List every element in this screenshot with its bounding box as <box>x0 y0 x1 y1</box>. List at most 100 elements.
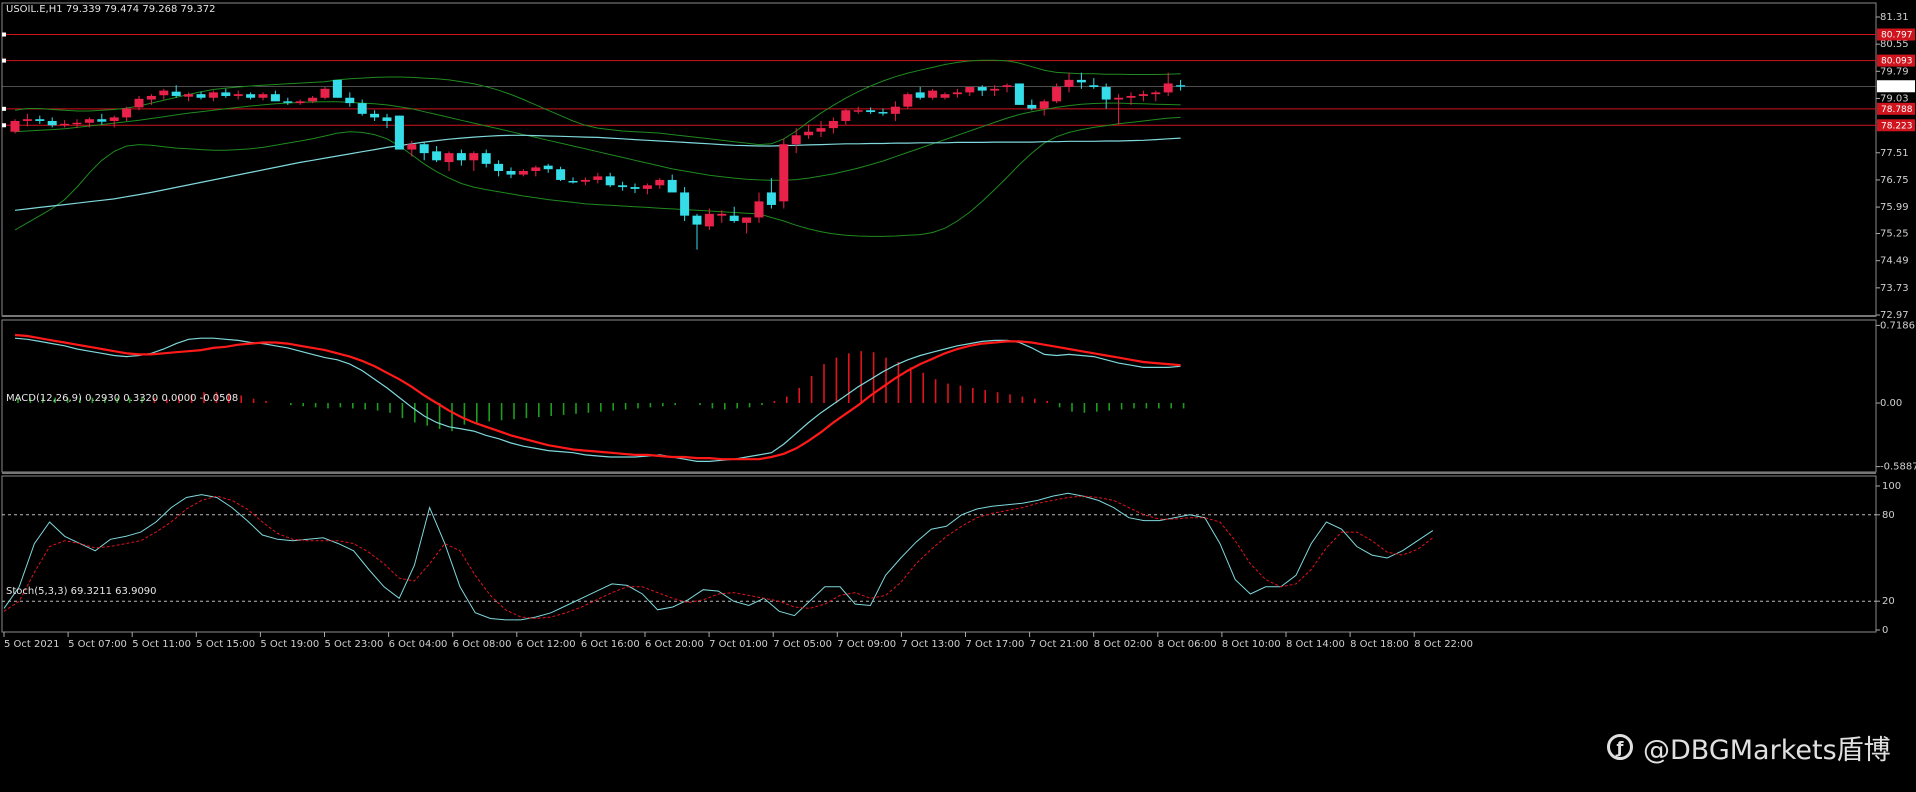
bearish-candle[interactable] <box>1101 83 1111 109</box>
bearish-candle[interactable] <box>618 181 628 191</box>
bullish-candle[interactable] <box>903 92 913 109</box>
bearish-candle[interactable] <box>605 172 615 188</box>
bearish-candle[interactable] <box>729 206 739 223</box>
bearish-candle[interactable] <box>221 88 231 98</box>
bullish-candle[interactable] <box>804 124 814 139</box>
candle-body <box>766 192 776 205</box>
bearish-candle[interactable] <box>47 117 57 128</box>
bullish-candle[interactable] <box>791 128 801 154</box>
candle-body <box>1064 79 1074 88</box>
bullish-candle[interactable] <box>841 108 851 125</box>
bullish-candle[interactable] <box>704 208 714 230</box>
bearish-candle[interactable] <box>456 149 466 166</box>
bearish-candle[interactable] <box>394 115 404 150</box>
bearish-candle[interactable] <box>630 183 640 194</box>
bullish-candle[interactable] <box>134 95 144 111</box>
bullish-candle[interactable] <box>146 94 156 105</box>
bullish-candle[interactable] <box>208 90 218 102</box>
bullish-candle[interactable] <box>655 178 665 189</box>
bearish-candle[interactable] <box>915 87 925 100</box>
stochastic-panel[interactable] <box>2 492 1876 621</box>
bullish-candle[interactable] <box>518 169 528 177</box>
bullish-candle[interactable] <box>444 151 454 172</box>
bearish-candle[interactable] <box>35 115 45 124</box>
bullish-candle[interactable] <box>1064 72 1074 93</box>
bearish-candle[interactable] <box>332 79 342 98</box>
bullish-candle[interactable] <box>940 92 950 100</box>
bullish-candle[interactable] <box>258 92 268 101</box>
bullish-candle[interactable] <box>159 88 169 100</box>
bearish-candle[interactable] <box>370 110 380 121</box>
bearish-candle[interactable] <box>506 167 516 179</box>
price-tick-label: 77.51 <box>1880 148 1909 159</box>
bullish-candle[interactable] <box>1138 90 1148 102</box>
bullish-candle[interactable] <box>928 88 938 100</box>
bullish-candle[interactable] <box>642 183 652 195</box>
time-tick-label: 8 Oct 18:00 <box>1350 639 1409 650</box>
bullish-candle[interactable] <box>1163 72 1173 96</box>
price-panel[interactable] <box>2 32 1876 250</box>
bullish-candle[interactable] <box>320 87 330 100</box>
bearish-candle[interactable] <box>97 113 107 125</box>
bullish-candle[interactable] <box>828 117 838 134</box>
bearish-candle[interactable] <box>246 92 256 100</box>
bullish-candle[interactable] <box>233 90 243 100</box>
bullish-candle[interactable] <box>60 120 70 128</box>
bearish-candle[interactable] <box>345 92 355 107</box>
bearish-candle[interactable] <box>692 213 702 250</box>
bullish-candle[interactable] <box>469 151 479 172</box>
candle-body <box>357 103 367 114</box>
bearish-candle[interactable] <box>977 85 987 96</box>
bearish-candle[interactable] <box>171 85 181 98</box>
bullish-candle[interactable] <box>816 120 826 138</box>
bearish-candle[interactable] <box>432 145 442 163</box>
bullish-candle[interactable] <box>965 87 975 96</box>
bullish-candle[interactable] <box>122 106 132 121</box>
level-anchor[interactable] <box>2 32 6 37</box>
bearish-candle[interactable] <box>481 149 491 168</box>
bearish-candle[interactable] <box>766 178 776 209</box>
candle-body <box>1089 85 1099 88</box>
bullish-candle[interactable] <box>580 177 590 186</box>
bullish-candle[interactable] <box>22 113 32 127</box>
bearish-candle[interactable] <box>1176 79 1186 91</box>
bearish-candle[interactable] <box>1089 78 1099 89</box>
candle-body <box>543 165 553 170</box>
bullish-candle[interactable] <box>1039 99 1049 116</box>
bearish-candle[interactable] <box>543 163 553 173</box>
bullish-candle[interactable] <box>952 88 962 98</box>
bullish-candle[interactable] <box>295 99 305 105</box>
bearish-candle[interactable] <box>270 90 280 102</box>
bearish-candle[interactable] <box>878 108 888 116</box>
bullish-candle[interactable] <box>990 85 1000 96</box>
bullish-candle[interactable] <box>1002 83 1012 93</box>
bearish-candle[interactable] <box>667 174 677 193</box>
bullish-candle[interactable] <box>754 192 764 223</box>
bullish-candle[interactable] <box>779 138 789 209</box>
bullish-candle[interactable] <box>593 172 603 184</box>
bullish-candle[interactable] <box>1114 94 1124 125</box>
bullish-candle[interactable] <box>531 165 541 177</box>
bearish-candle[interactable] <box>680 187 690 222</box>
bullish-candle[interactable] <box>853 106 863 114</box>
bullish-candle[interactable] <box>10 119 20 134</box>
bearish-candle[interactable] <box>556 166 566 182</box>
bullish-candle[interactable] <box>1151 90 1161 102</box>
level-anchor[interactable] <box>2 58 6 63</box>
candle-body <box>35 119 45 121</box>
candle-body <box>965 87 975 93</box>
trading-chart[interactable]: 81.31 80.55 79.79 79.03 77.51 76.75 75.99 75.25… <box>0 0 1916 792</box>
bearish-candle[interactable] <box>382 113 392 129</box>
bullish-candle[interactable] <box>742 217 752 234</box>
bearish-candle[interactable] <box>419 142 429 161</box>
level-price-label: 78.788 <box>1881 105 1913 115</box>
bearish-candle[interactable] <box>1014 83 1024 105</box>
bearish-candle[interactable] <box>568 177 578 184</box>
bearish-candle[interactable] <box>357 99 367 116</box>
candle-body <box>22 119 32 121</box>
bearish-candle[interactable] <box>494 160 504 177</box>
level-anchor[interactable] <box>2 106 6 111</box>
bearish-candle[interactable] <box>283 97 293 105</box>
bullish-candle[interactable] <box>890 101 900 121</box>
level-anchor[interactable] <box>2 123 6 128</box>
